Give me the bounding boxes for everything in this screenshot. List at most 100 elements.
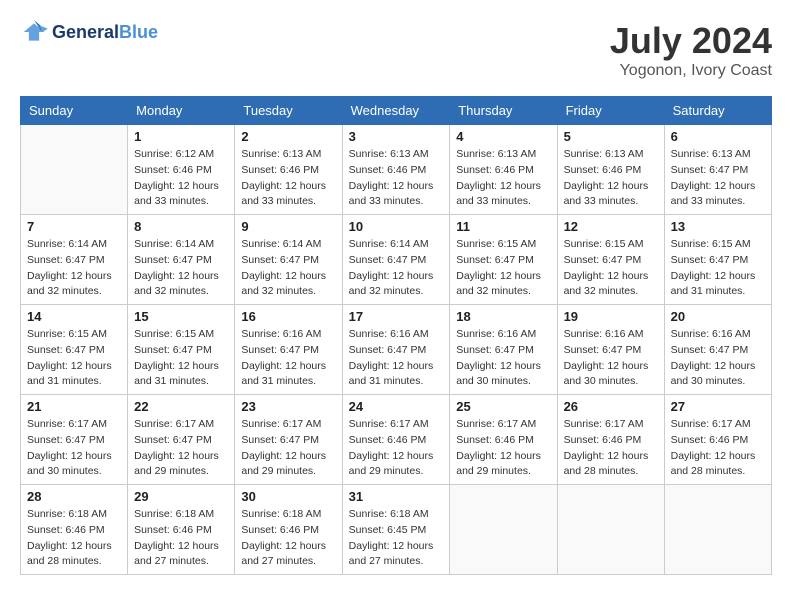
day-number: 15 (134, 309, 228, 324)
daylight-text: Daylight: 12 hours and 28 minutes. (671, 450, 756, 478)
calendar-cell: 20 Sunrise: 6:16 AMSunset: 6:47 PMDayligh… (664, 305, 771, 395)
sunrise-text: Sunrise: 6:13 AM (564, 148, 644, 160)
daylight-text: Daylight: 12 hours and 28 minutes. (27, 540, 112, 568)
calendar-cell (21, 125, 128, 215)
sunset-text: Sunset: 6:47 PM (349, 344, 427, 356)
sunset-text: Sunset: 6:47 PM (671, 164, 749, 176)
calendar-cell: 31Sunrise: 6:18 AMSunset: 6:45 PMDayligh… (342, 485, 450, 575)
day-number: 28 (27, 489, 121, 504)
sunrise-text: Sunrise: 6:16 AM (349, 328, 429, 340)
sunrise-text: Sunrise: 6:18 AM (27, 508, 107, 520)
day-number: 21 (27, 399, 121, 414)
sunset-text: Sunset: 6:46 PM (27, 524, 105, 536)
day-info: Sunrise: 6:18 AM Sunset: 6:46 PM Daylight:… (27, 507, 121, 570)
daylight-text: Daylight: 12 hours and 30 minutes. (671, 360, 756, 388)
daylight-text: Daylight: 12 hours and 33 minutes. (349, 180, 434, 208)
daylight-text: Daylight: 12 hours and 31 minutes. (27, 360, 112, 388)
col-wednesday: Wednesday (342, 97, 450, 125)
calendar-cell (664, 485, 771, 575)
sunset-text: Sunset: 6:46 PM (564, 434, 642, 446)
day-number: 30 (241, 489, 335, 504)
sunrise-text: Sunrise: 6:15 AM (456, 238, 536, 250)
day-number: 6 (671, 129, 765, 144)
calendar-cell: 24Sunrise: 6:17 AMSunset: 6:46 PMDayligh… (342, 395, 450, 485)
daylight-text: Daylight: 12 hours and 30 minutes. (456, 360, 541, 388)
daylight-text: Daylight: 12 hours and 30 minutes. (564, 360, 649, 388)
daylight-text: Daylight: 12 hours and 29 minutes. (456, 450, 541, 478)
day-info: Sunrise: 6:15 AMSunset: 6:47 PMDaylight:… (456, 237, 550, 300)
day-info: Sunrise: 6:13 AMSunset: 6:46 PMDaylight:… (241, 147, 335, 210)
daylight-text: Daylight: 12 hours and 32 minutes. (134, 270, 219, 298)
sunset-text: Sunset: 6:46 PM (456, 164, 534, 176)
daylight-text: Daylight: 12 hours and 28 minutes. (564, 450, 649, 478)
day-info: Sunrise: 6:13 AMSunset: 6:46 PMDaylight:… (564, 147, 658, 210)
day-info: Sunrise: 6:18 AMSunset: 6:45 PMDaylight:… (349, 507, 444, 570)
calendar-cell: 6Sunrise: 6:13 AMSunset: 6:47 PMDaylight… (664, 125, 771, 215)
calendar-cell: 3Sunrise: 6:13 AMSunset: 6:46 PMDaylight… (342, 125, 450, 215)
sunrise-text: Sunrise: 6:14 AM (27, 238, 107, 250)
day-number: 14 (27, 309, 121, 324)
sunset-text: Sunset: 6:46 PM (349, 164, 427, 176)
daylight-text: Daylight: 12 hours and 33 minutes. (456, 180, 541, 208)
day-number: 4 (456, 129, 550, 144)
logo: GeneralBlue (20, 20, 158, 44)
sunrise-text: Sunrise: 6:17 AM (241, 418, 321, 430)
day-number: 25 (456, 399, 550, 414)
daylight-text: Daylight: 12 hours and 29 minutes. (241, 450, 326, 478)
daylight-text: Daylight: 12 hours and 31 minutes. (134, 360, 219, 388)
calendar-cell: 26Sunrise: 6:17 AMSunset: 6:46 PMDayligh… (557, 395, 664, 485)
daylight-text: Daylight: 12 hours and 32 minutes. (241, 270, 326, 298)
sunset-text: Sunset: 6:47 PM (456, 254, 534, 266)
daylight-text: Daylight: 12 hours and 29 minutes. (349, 450, 434, 478)
day-number: 10 (349, 219, 444, 234)
day-info: Sunrise: 6:14 AMSunset: 6:47 PMDaylight:… (27, 237, 121, 300)
daylight-text: Daylight: 12 hours and 30 minutes. (27, 450, 112, 478)
sunrise-text: Sunrise: 6:17 AM (27, 418, 107, 430)
calendar-cell: 14Sunrise: 6:15 AMSunset: 6:47 PMDayligh… (21, 305, 128, 395)
day-number: 24 (349, 399, 444, 414)
sunset-text: Sunset: 6:47 PM (671, 254, 749, 266)
col-sunday: Sunday (21, 97, 128, 125)
day-info: Sunrise: 6:16 AM Sunset: 6:47 PM Daylight:… (241, 327, 335, 390)
day-number: 20 (671, 309, 765, 324)
day-info: Sunrise: 6:15 AMSunset: 6:47 PMDaylight:… (564, 237, 658, 300)
sunrise-text: Sunrise: 6:15 AM (134, 328, 214, 340)
calendar-cell: 5Sunrise: 6:13 AMSunset: 6:46 PMDaylight… (557, 125, 664, 215)
day-info: Sunrise: 6:16 AMSunset: 6:47 PMDaylight:… (671, 327, 765, 390)
daylight-text: Daylight: 12 hours and 32 minutes. (564, 270, 649, 298)
day-info: Sunrise: 6:17 AMSunset: 6:47 PMDaylight:… (241, 417, 335, 480)
day-info: Sunrise: 6:18 AMSunset: 6:46 PMDaylight:… (241, 507, 335, 570)
day-info: Sunrise: 6:17 AMSunset: 6:46 PMDaylight:… (671, 417, 765, 480)
sunset-text: Sunset: 6:46 PM (456, 434, 534, 446)
col-saturday: Saturday (664, 97, 771, 125)
sunrise-text: Sunrise: 6:17 AM (134, 418, 214, 430)
col-tuesday: Tuesday (235, 97, 342, 125)
day-info: Sunrise: 6:14 AMSunset: 6:47 PMDaylight:… (241, 237, 335, 300)
daylight-text: Daylight: 12 hours and 27 minutes. (349, 540, 434, 568)
sunrise-text: Sunrise: 6:16 AM (241, 328, 321, 340)
sunrise-text: Sunrise: 6:18 AM (241, 508, 321, 520)
sunrise-text: Sunrise: 6:17 AM (456, 418, 536, 430)
sunset-text: Sunset: 6:46 PM (134, 524, 212, 536)
calendar-cell (450, 485, 557, 575)
sunset-text: Sunset: 6:46 PM (349, 434, 427, 446)
sunset-text: Sunset: 6:46 PM (241, 164, 319, 176)
calendar-cell: 8Sunrise: 6:14 AMSunset: 6:47 PMDaylight… (128, 215, 235, 305)
calendar-cell: 17Sunrise: 6:16 AMSunset: 6:47 PMDayligh… (342, 305, 450, 395)
daylight-text: Daylight: 12 hours and 31 minutes. (241, 360, 326, 388)
calendar-week-4: 21 Sunrise: 6:17 AMSunset: 6:47 PMDayligh… (21, 395, 772, 485)
calendar-cell: 4Sunrise: 6:13 AMSunset: 6:46 PMDaylight… (450, 125, 557, 215)
sunrise-text: Sunrise: 6:13 AM (671, 148, 751, 160)
day-number: 9 (241, 219, 335, 234)
calendar-cell: 27Sunrise: 6:17 AMSunset: 6:46 PMDayligh… (664, 395, 771, 485)
calendar-cell: 29Sunrise: 6:18 AMSunset: 6:46 PMDayligh… (128, 485, 235, 575)
sunrise-text: Sunrise: 6:12 AM (134, 148, 214, 160)
sunrise-text: Sunrise: 6:14 AM (349, 238, 429, 250)
sunset-text: Sunset: 6:45 PM (349, 524, 427, 536)
calendar-cell: 12Sunrise: 6:15 AMSunset: 6:47 PMDayligh… (557, 215, 664, 305)
day-number: 2 (241, 129, 335, 144)
sunset-text: Sunset: 6:47 PM (241, 344, 319, 356)
day-number: 11 (456, 219, 550, 234)
calendar-cell: 22Sunrise: 6:17 AMSunset: 6:47 PMDayligh… (128, 395, 235, 485)
day-info: Sunrise: 6:17 AMSunset: 6:47 PMDaylight:… (27, 417, 121, 480)
